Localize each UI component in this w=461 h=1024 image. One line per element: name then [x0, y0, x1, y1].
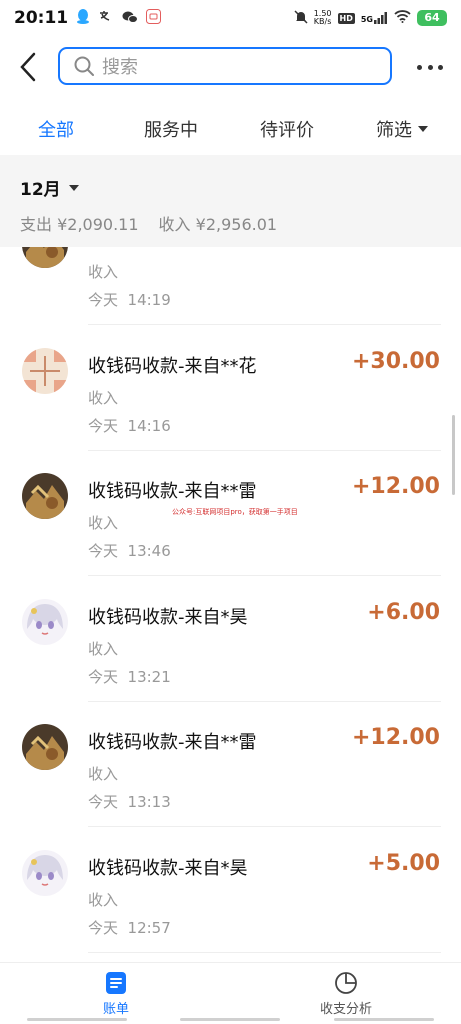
transaction-time: 今天 14:16 — [88, 416, 171, 435]
status-right: 1.50 KB/s HD 5G 64 — [294, 10, 447, 27]
transaction-amount: +12.00 — [351, 725, 440, 750]
watermark-text: 公众号:互联网项目pro，获取第一手项目 — [172, 508, 298, 516]
avatar — [22, 849, 68, 896]
transaction-type: 收入 — [88, 263, 119, 281]
transaction-title: 收钱码收款-来自*昊 — [88, 606, 248, 628]
back-button[interactable] — [16, 50, 46, 84]
transaction-time: 今天 13:21 — [88, 667, 171, 686]
wechat-icon — [122, 9, 139, 28]
transaction-time: 今天 13:46 — [88, 542, 171, 560]
transaction-title: 收钱码收款-来自**雷 — [88, 732, 257, 753]
avatar — [22, 473, 68, 519]
nav-bill-label: 账单 — [102, 1002, 129, 1017]
month-totals: 支出 ¥2,090.11 收入 ¥2,956.01 — [20, 211, 277, 235]
signal-indicator: 5G — [361, 12, 388, 24]
expense-total: 支出 ¥2,090.11 — [20, 211, 139, 235]
scrollbar[interactable] — [452, 415, 455, 495]
avatar — [22, 247, 68, 268]
tab-all[interactable]: 全部 — [38, 116, 74, 142]
app-badge-icon — [146, 8, 162, 28]
avatar — [22, 347, 68, 394]
transaction-amount: +6.00 — [367, 599, 440, 625]
transaction-time: 今天 12:57 — [88, 918, 171, 937]
transaction-title: 收钱码收款-来自**花 — [88, 355, 257, 377]
transaction-type: 收入 — [88, 890, 119, 909]
more-icon-dot — [438, 64, 443, 70]
search-placeholder: 搜索 — [102, 57, 138, 78]
gesture-bar — [0, 1018, 461, 1022]
status-left: 20:11 — [14, 8, 162, 28]
transaction-type: 收入 — [88, 639, 119, 658]
transaction-type: 收入 — [88, 388, 119, 407]
transaction-type: 收入 — [88, 514, 119, 532]
mute-icon — [294, 9, 308, 27]
tab-in-service[interactable]: 服务中 — [144, 116, 198, 142]
transaction-amount: +30.00 — [351, 348, 440, 374]
income-value: ¥2,956.01 — [195, 215, 278, 234]
avatar — [22, 598, 68, 645]
nav-bill[interactable]: 账单 — [56, 971, 176, 1017]
transaction-row[interactable]: 收钱码收款-来自**花 收入今天 14:16 +30.00 — [0, 326, 461, 451]
more-icon — [417, 64, 422, 70]
expense-label: 支出 — [20, 215, 53, 234]
net-speed: 1.50 KB/s — [314, 10, 332, 26]
search-icon — [74, 56, 94, 76]
filter-tabs: 全部 服务中 待评价 筛选 — [0, 104, 461, 152]
tab-filter-label: 筛选 — [376, 120, 412, 141]
caret-down-icon — [68, 184, 79, 191]
hd-badge: HD — [337, 12, 355, 24]
transaction-type: 收入 — [88, 765, 119, 783]
month-selector[interactable]: 12月 — [20, 175, 79, 200]
pie-chart-icon — [335, 972, 357, 994]
nav-analysis[interactable]: 收支分析 — [286, 971, 406, 1017]
transaction-row[interactable]: 收钱码收款-来自*昊 收入今天 12:57 +5.00 — [0, 828, 461, 953]
transaction-amount: +12.00 — [351, 474, 440, 499]
gesture-segment — [26, 1018, 127, 1021]
transaction-time: 今天 13:13 — [88, 793, 171, 811]
tab-to-review[interactable]: 待评价 — [260, 116, 314, 142]
search-input[interactable]: 搜索 — [58, 47, 392, 85]
transaction-time: 今天 14:19 — [88, 291, 171, 309]
net-speed-unit: KB/s — [313, 17, 332, 26]
transaction-title: 收钱码收款-来自**雷 — [88, 481, 257, 502]
nav-analysis-label: 收支分析 — [319, 1002, 372, 1017]
wifi-icon — [394, 10, 411, 26]
bill-icon — [106, 972, 126, 994]
bill-page: 20:11 1.50 KB/s HD 5G 64 搜索 全部 服务中 待评价 筛… — [0, 0, 461, 1024]
gesture-segment — [334, 1018, 435, 1021]
qq-icon — [76, 8, 90, 28]
transaction-row[interactable]: 收钱码收款-来自*昊 收入今天 13:21 +6.00 — [0, 577, 461, 702]
month-label: 12月 — [20, 180, 61, 200]
avatar — [22, 724, 68, 770]
caret-down-icon — [418, 126, 428, 132]
transaction-row[interactable]: 收入今天 14:19 — [0, 247, 461, 325]
more-icon-dot — [427, 64, 433, 70]
more-button[interactable] — [417, 54, 443, 80]
month-summary: 12月 支出 ¥2,090.11 收入 ¥2,956.01 — [0, 155, 461, 247]
top-bar: 搜索 — [0, 44, 461, 90]
transaction-title: 收钱码收款-来自*昊 — [88, 857, 248, 879]
tab-filter[interactable]: 筛选 — [376, 116, 428, 142]
income-label: 收入 — [158, 215, 191, 234]
status-time: 20:11 — [14, 8, 69, 28]
battery-indicator: 64 — [417, 10, 447, 26]
expense-value: ¥2,090.11 — [57, 215, 139, 234]
chevron-left-icon — [20, 52, 36, 82]
translate-icon — [98, 9, 114, 28]
transaction-amount: +5.00 — [367, 850, 440, 876]
transaction-list: 收入 今天 14:19 收钱码收款-来自**花 收入 今天 14:16 +30.00 收钱码… — [0, 247, 461, 962]
bottom-nav: 账单 收支分析 — [0, 962, 461, 1024]
signal-label: 5G — [360, 15, 373, 24]
income-total: 收入 ¥2,956.01 — [159, 211, 278, 235]
row-divider — [88, 951, 441, 953]
gesture-segment — [180, 1018, 281, 1021]
status-bar: 20:11 1.50 KB/s HD 5G 64 — [0, 0, 461, 36]
signal-icon — [374, 12, 387, 24]
transaction-row[interactable]: 收钱码收款-来自**雷 收入今天 13:13 +12.00 — [0, 702, 461, 827]
